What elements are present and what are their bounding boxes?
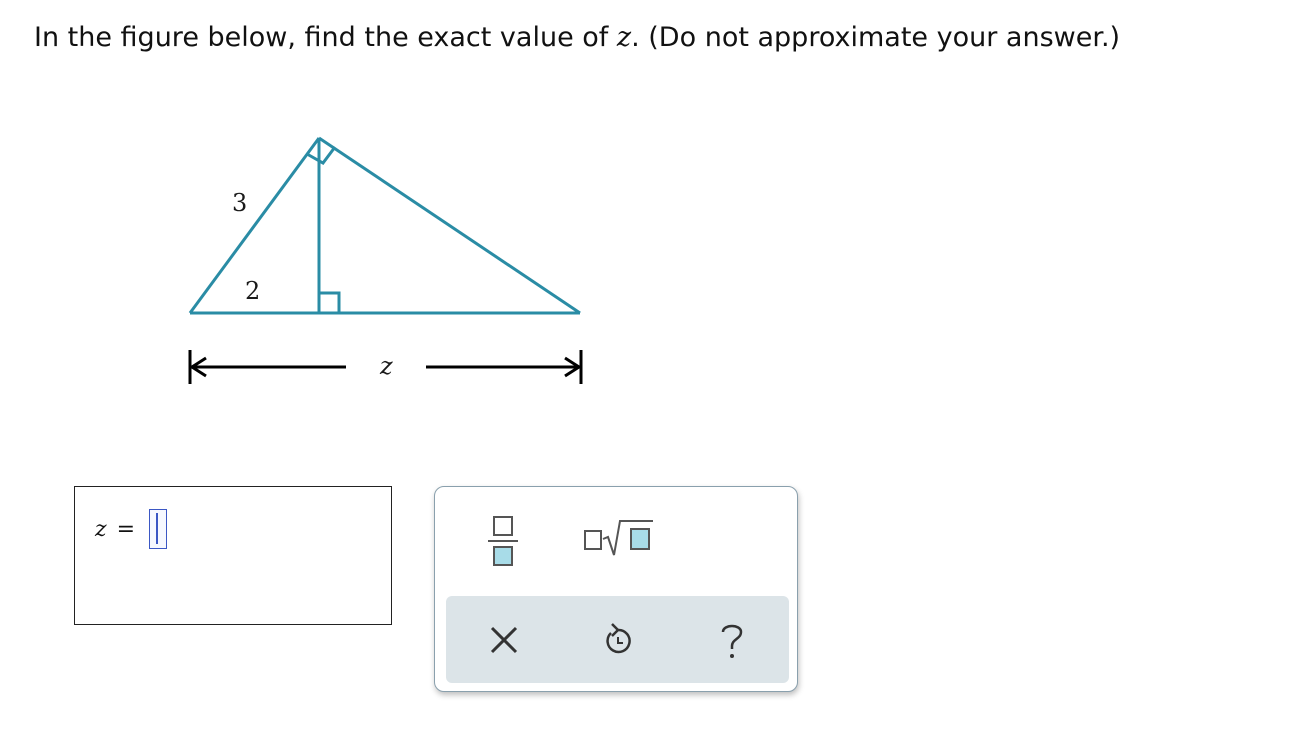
answer-row: z =: [95, 507, 168, 551]
answer-input[interactable]: [149, 509, 168, 549]
prompt-text-after: . (Do not approximate your answer.): [631, 22, 1121, 53]
fraction-button[interactable]: [483, 511, 523, 571]
undo-icon: [606, 623, 631, 654]
undo-button[interactable]: [594, 616, 642, 664]
clear-icon: [490, 626, 518, 654]
answer-equals: =: [116, 516, 136, 542]
answer-box: z =: [74, 486, 392, 625]
help-icon: [721, 624, 743, 658]
nth-root-button[interactable]: [581, 515, 657, 561]
label-left-side: 3: [232, 189, 247, 217]
mixed-sqrt-icon: [584, 520, 653, 556]
right-side: [318, 136, 581, 315]
label-left-segment: 2: [245, 277, 260, 305]
action-bar: [446, 596, 789, 683]
label-base: z: [379, 352, 393, 380]
math-toolbar: [434, 486, 798, 692]
triangle-figure: 3 2 z: [188, 136, 583, 384]
altitude-right-angle-mark: [319, 291, 341, 313]
clear-button[interactable]: [480, 616, 528, 664]
help-button[interactable]: [708, 616, 756, 664]
answer-variable: z: [95, 516, 107, 542]
fraction-icon: [488, 516, 518, 566]
